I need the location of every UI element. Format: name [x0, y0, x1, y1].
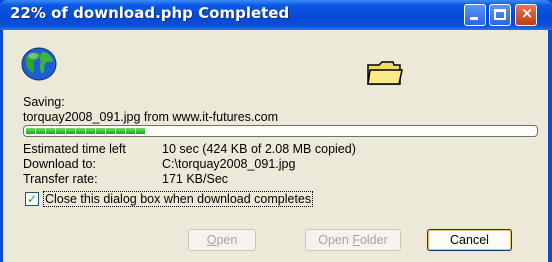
- minimize-icon: [470, 17, 478, 20]
- window-title: 22% of download.php Completed: [10, 4, 290, 22]
- minimize-button[interactable]: [464, 4, 486, 26]
- open-folder-accel: F: [352, 233, 360, 247]
- cancel-button[interactable]: Cancel: [427, 229, 512, 251]
- download-progress-bar: [23, 125, 538, 137]
- progress-segment: [86, 128, 95, 134]
- open-folder-label-b: older: [359, 233, 388, 247]
- time-left-value: 10 sec (424 KB of 2.08 MB copied): [162, 142, 356, 156]
- transfer-rate-label: Transfer rate:: [23, 172, 98, 186]
- file-source: torquay2008_091.jpg from www.it-futures.…: [23, 110, 278, 124]
- progress-segment: [136, 128, 145, 134]
- transfer-rate-value: 171 KB/Sec: [162, 172, 229, 186]
- dialog-body: Saving: torquay2008_091.jpg from www.it-…: [3, 30, 548, 262]
- download-to-value: C:\torquay2008_091.jpg: [162, 157, 296, 171]
- progress-segment: [116, 128, 125, 134]
- progress-segment: [26, 128, 35, 134]
- time-left-label: Estimated time left: [23, 142, 126, 156]
- open-folder-label-a: Open: [318, 233, 353, 247]
- maximize-button[interactable]: [489, 4, 511, 26]
- close-on-complete-label[interactable]: Close this dialog box when download comp…: [43, 191, 314, 207]
- open-button-label: pen: [216, 233, 238, 247]
- close-icon: ×: [520, 4, 534, 22]
- folder-icon: [367, 61, 403, 85]
- download-to-label: Download to:: [23, 157, 96, 171]
- open-folder-button[interactable]: Open Folder: [305, 229, 401, 251]
- close-on-complete-checkbox[interactable]: ✓: [25, 192, 39, 206]
- globe-icon: [21, 47, 57, 81]
- close-button[interactable]: ×: [515, 4, 537, 26]
- download-dialog: 22% of download.php Completed × Saving: …: [0, 0, 552, 262]
- maximize-icon: [494, 9, 506, 20]
- saving-label: Saving:: [23, 95, 65, 109]
- title-bar[interactable]: 22% of download.php Completed ×: [0, 0, 552, 30]
- progress-segment: [56, 128, 65, 134]
- progress-segment: [66, 128, 75, 134]
- progress-segment: [46, 128, 55, 134]
- progress-segment: [76, 128, 85, 134]
- open-button[interactable]: Open: [188, 229, 256, 251]
- progress-segment: [106, 128, 115, 134]
- progress-segment: [126, 128, 135, 134]
- progress-fill: [26, 128, 146, 134]
- check-icon: ✓: [26, 192, 38, 206]
- progress-segment: [96, 128, 105, 134]
- open-button-accel: O: [206, 233, 217, 247]
- progress-segment: [36, 128, 45, 134]
